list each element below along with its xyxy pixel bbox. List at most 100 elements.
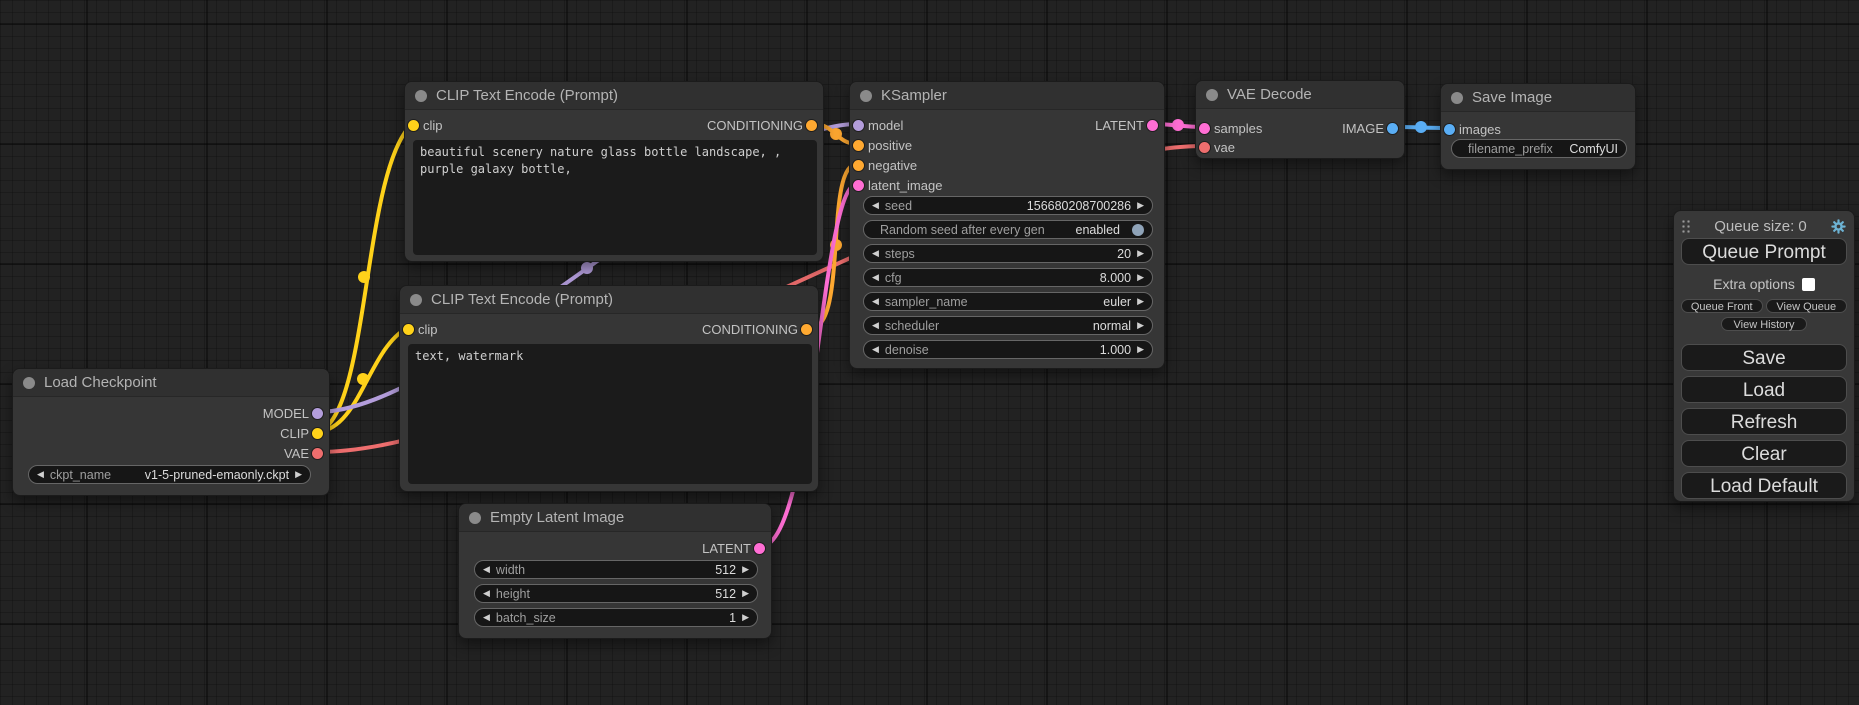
ckpt-name-widget[interactable]: ◀ ckpt_name v1-5-pruned-emaonly.ckpt ▶ [28,465,311,484]
node-title-bar[interactable]: CLIP Text Encode (Prompt) [400,286,818,314]
view-history-button[interactable]: View History [1721,317,1807,331]
filename-prefix-widget[interactable]: filename_prefix ComfyUI [1451,139,1627,158]
latent-output-port[interactable] [1147,120,1158,131]
node-load-checkpoint[interactable]: Load Checkpoint MODEL CLIP VAE ◀ ckpt_na… [12,368,330,496]
collapse-dot-icon[interactable] [415,90,427,102]
cfg-widget[interactable]: ◀ cfg 8.000 ▶ [863,268,1153,287]
collapse-dot-icon[interactable] [23,377,35,389]
node-title: Empty Latent Image [490,509,624,526]
collapse-dot-icon[interactable] [1451,92,1463,104]
node-title: Save Image [1472,89,1552,106]
negative-input-port[interactable] [853,160,864,171]
toggle-on-icon[interactable] [1132,224,1144,236]
scheduler-widget[interactable]: ◀ scheduler normal ▶ [863,316,1153,335]
output-label: CLIP [280,426,309,441]
increment-arrow-icon[interactable]: ▶ [742,613,749,622]
steps-widget[interactable]: ◀ steps 20 ▶ [863,244,1153,263]
conditioning-output-port[interactable] [801,324,812,335]
seed-widget[interactable]: ◀ seed 156680208700286 ▶ [863,196,1153,215]
node-title-bar[interactable]: VAE Decode [1196,81,1404,109]
widget-label: seed [885,199,912,213]
collapse-dot-icon[interactable] [1206,89,1218,101]
decrement-arrow-icon[interactable]: ◀ [872,273,879,282]
collapse-dot-icon[interactable] [860,90,872,102]
batch-size-widget[interactable]: ◀ batch_size 1 ▶ [474,608,758,627]
latent-image-input-port[interactable] [853,180,864,191]
node-ksampler[interactable]: KSampler model positive negative latent_… [849,81,1165,369]
widget-label: height [496,587,530,601]
clear-button[interactable]: Clear [1681,440,1847,467]
increment-arrow-icon[interactable]: ▶ [742,565,749,574]
conditioning-output-port[interactable] [806,120,817,131]
wire-dot [1415,121,1427,133]
decrement-arrow-icon[interactable]: ◀ [872,249,879,258]
denoise-widget[interactable]: ◀ denoise 1.000 ▶ [863,340,1153,359]
increment-arrow-icon[interactable]: ▶ [742,589,749,598]
load-default-button[interactable]: Load Default [1681,472,1847,499]
increment-arrow-icon[interactable]: ▶ [1137,273,1144,282]
queue-front-button[interactable]: Queue Front [1681,299,1763,313]
clip-input-port[interactable] [408,120,419,131]
widget-value: 156680208700286 [1027,199,1131,213]
collapse-dot-icon[interactable] [410,294,422,306]
extra-options-checkbox[interactable] [1802,278,1815,291]
node-graph-canvas[interactable]: Load Checkpoint MODEL CLIP VAE ◀ ckpt_na… [0,0,1859,705]
node-empty-latent-image[interactable]: Empty Latent Image LATENT ◀ width 512 ▶ … [458,503,772,639]
view-queue-button[interactable]: View Queue [1766,299,1848,313]
node-save-image[interactable]: Save Image images filename_prefix ComfyU… [1440,83,1636,170]
images-input-port[interactable] [1444,124,1455,135]
prompt-text-field[interactable]: beautiful scenery nature glass bottle la… [413,140,817,255]
input-label: positive [868,138,912,153]
vae-output-port[interactable] [312,448,323,459]
increment-arrow-icon[interactable]: ▶ [1137,249,1144,258]
refresh-button[interactable]: Refresh [1681,408,1847,435]
drag-handle-icon[interactable] [1681,219,1691,234]
vae-input-port[interactable] [1199,142,1210,153]
decrement-arrow-icon[interactable]: ◀ [483,613,490,622]
width-widget[interactable]: ◀ width 512 ▶ [474,560,758,579]
clip-input-port[interactable] [403,324,414,335]
image-output-port[interactable] [1387,123,1398,134]
load-button[interactable]: Load [1681,376,1847,403]
decrement-arrow-icon[interactable]: ◀ [483,589,490,598]
decrement-arrow-icon[interactable]: ◀ [483,565,490,574]
widget-value: 1.000 [1100,343,1131,357]
node-title-bar[interactable]: Load Checkpoint [13,369,329,397]
input-label: images [1459,122,1501,137]
wire-dot [357,373,369,385]
gear-icon[interactable] [1830,218,1847,235]
decrement-arrow-icon[interactable]: ◀ [37,470,44,479]
decrement-arrow-icon[interactable]: ◀ [872,297,879,306]
increment-arrow-icon[interactable]: ▶ [1137,345,1144,354]
decrement-arrow-icon[interactable]: ◀ [872,201,879,210]
queue-prompt-button[interactable]: Queue Prompt [1681,238,1847,265]
collapse-dot-icon[interactable] [469,512,481,524]
node-title-bar[interactable]: CLIP Text Encode (Prompt) [405,82,823,110]
decrement-arrow-icon[interactable]: ◀ [872,321,879,330]
decrement-arrow-icon[interactable]: ◀ [872,345,879,354]
sampler-name-widget[interactable]: ◀ sampler_name euler ▶ [863,292,1153,311]
node-clip-text-encode-positive[interactable]: CLIP Text Encode (Prompt) clip CONDITION… [404,81,824,262]
input-label: latent_image [868,178,942,193]
increment-arrow-icon[interactable]: ▶ [1137,321,1144,330]
samples-input-port[interactable] [1199,123,1210,134]
increment-arrow-icon[interactable]: ▶ [1137,297,1144,306]
node-vae-decode[interactable]: VAE Decode samples vae IMAGE [1195,80,1405,159]
node-title-bar[interactable]: Save Image [1441,84,1635,112]
prompt-text-field[interactable]: text, watermark [408,344,812,484]
latent-output-port[interactable] [754,543,765,554]
widget-label: batch_size [496,611,556,625]
height-widget[interactable]: ◀ height 512 ▶ [474,584,758,603]
node-title-bar[interactable]: Empty Latent Image [459,504,771,532]
queue-size-label: Queue size: 0 [1691,218,1830,235]
node-title-bar[interactable]: KSampler [850,82,1164,110]
increment-arrow-icon[interactable]: ▶ [295,470,302,479]
clip-output-port[interactable] [312,428,323,439]
node-clip-text-encode-negative[interactable]: CLIP Text Encode (Prompt) clip CONDITION… [399,285,819,492]
model-output-port[interactable] [312,408,323,419]
save-button[interactable]: Save [1681,344,1847,371]
model-input-port[interactable] [853,120,864,131]
increment-arrow-icon[interactable]: ▶ [1137,201,1144,210]
random-seed-toggle-widget[interactable]: Random seed after every gen enabled [863,220,1153,239]
positive-input-port[interactable] [853,140,864,151]
